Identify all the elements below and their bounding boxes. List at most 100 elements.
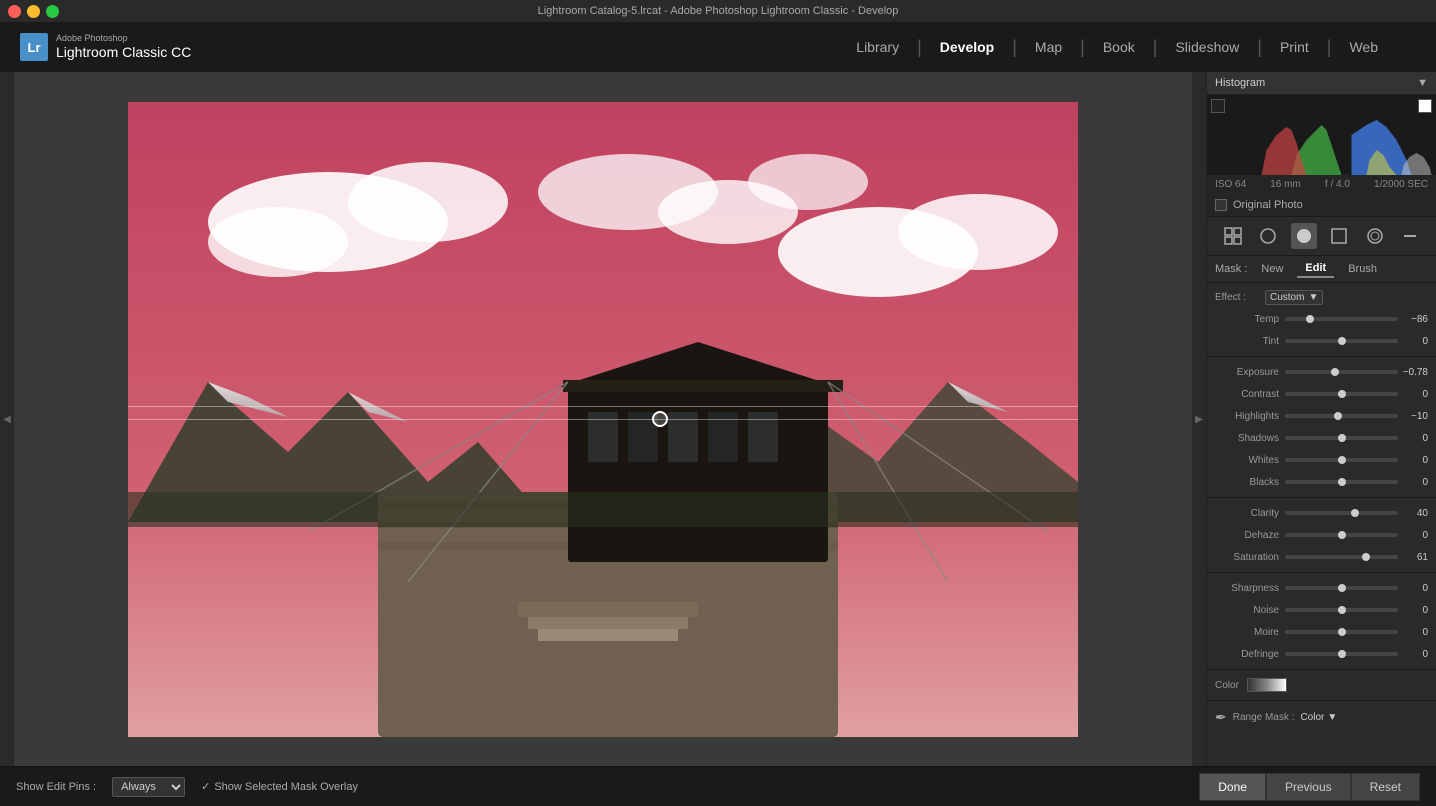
slider-track-temp[interactable] xyxy=(1285,317,1398,321)
menubar: Lr Adobe Photoshop Lightroom Classic CC … xyxy=(0,22,1436,72)
window-title: Lightroom Catalog-5.lrcat - Adobe Photos… xyxy=(538,5,899,17)
slider-track-clarity[interactable] xyxy=(1285,511,1398,515)
nav-develop[interactable]: Develop xyxy=(922,22,1012,72)
slider-value-clarity: 40 xyxy=(1398,508,1428,519)
slider-thumb-exposure[interactable] xyxy=(1331,368,1339,376)
right-panel-toggle[interactable]: ▶ xyxy=(1192,72,1206,766)
main-photo[interactable] xyxy=(128,102,1078,737)
nav-web[interactable]: Web xyxy=(1331,22,1396,72)
exif-iso: ISO 64 xyxy=(1215,179,1246,190)
show-overlay-check[interactable]: ✓ xyxy=(201,780,210,793)
slider-divider-7 xyxy=(1207,497,1436,498)
slider-track-dehaze[interactable] xyxy=(1285,533,1398,537)
show-overlay-label[interactable]: ✓ Show Selected Mask Overlay xyxy=(201,780,358,793)
slider-thumb-tint[interactable] xyxy=(1338,337,1346,345)
histogram-highlight-btn[interactable] xyxy=(1418,99,1432,113)
photo-area xyxy=(14,72,1192,766)
mask-edit-btn[interactable]: Edit xyxy=(1297,260,1334,278)
mask-brush-btn[interactable]: Brush xyxy=(1340,261,1385,277)
slider-thumb-whites[interactable] xyxy=(1338,456,1346,464)
slider-thumb-moire[interactable] xyxy=(1338,628,1346,636)
mask-pin[interactable] xyxy=(652,411,668,427)
mask-edit-row: Mask : New Edit Brush xyxy=(1207,256,1436,283)
square-tool[interactable] xyxy=(1326,223,1352,249)
previous-button[interactable]: Previous xyxy=(1266,773,1351,801)
slider-thumb-temp[interactable] xyxy=(1306,315,1314,323)
reset-button[interactable]: Reset xyxy=(1351,773,1420,801)
slider-label-dehaze: Dehaze xyxy=(1215,530,1285,541)
slider-row-whites: Whites0 xyxy=(1207,449,1436,471)
mask-new-btn[interactable]: New xyxy=(1253,261,1291,277)
slider-track-noise[interactable] xyxy=(1285,608,1398,612)
slider-thumb-contrast[interactable] xyxy=(1338,390,1346,398)
guide-line-2 xyxy=(128,419,1078,420)
divider-2 xyxy=(1207,700,1436,701)
slider-track-exposure[interactable] xyxy=(1285,370,1398,374)
slider-value-highlights: −10 xyxy=(1398,411,1428,422)
color-swatch[interactable] xyxy=(1247,678,1287,692)
slider-track-moire[interactable] xyxy=(1285,630,1398,634)
close-button[interactable] xyxy=(8,5,21,18)
guide-line-1 xyxy=(128,406,1078,407)
histogram-collapse-btn[interactable]: ▼ xyxy=(1417,77,1428,89)
slider-thumb-dehaze[interactable] xyxy=(1338,531,1346,539)
nav-menu: Library | Develop | Map | Book | Slidesh… xyxy=(838,22,1396,72)
edit-pins-select[interactable]: Always Selected Never xyxy=(112,777,185,797)
slider-track-blacks[interactable] xyxy=(1285,480,1398,484)
slider-row-blacks: Blacks0 xyxy=(1207,471,1436,493)
minus-tool[interactable] xyxy=(1397,223,1423,249)
slider-thumb-sharpness[interactable] xyxy=(1338,584,1346,592)
slider-track-saturation[interactable] xyxy=(1285,555,1398,559)
slider-row-shadows: Shadows0 xyxy=(1207,427,1436,449)
lr-icon: Lr xyxy=(20,33,48,61)
circle-tool[interactable] xyxy=(1255,223,1281,249)
grid-tool[interactable] xyxy=(1220,223,1246,249)
nav-library[interactable]: Library xyxy=(838,22,917,72)
slider-thumb-shadows[interactable] xyxy=(1338,434,1346,442)
slider-thumb-saturation[interactable] xyxy=(1362,553,1370,561)
slider-row-tint: Tint0 xyxy=(1207,330,1436,352)
original-photo-row: Original Photo xyxy=(1207,194,1436,217)
minimize-button[interactable] xyxy=(27,5,40,18)
left-panel-toggle[interactable]: ◀ xyxy=(0,72,14,766)
effect-dropdown[interactable]: Custom ▼ xyxy=(1265,290,1323,305)
slider-value-saturation: 61 xyxy=(1398,552,1428,563)
exif-aperture: f / 4.0 xyxy=(1325,179,1350,190)
ring-tool[interactable] xyxy=(1362,223,1388,249)
slider-thumb-noise[interactable] xyxy=(1338,606,1346,614)
slider-value-defringe: 0 xyxy=(1398,649,1428,660)
slider-thumb-defringe[interactable] xyxy=(1338,650,1346,658)
slider-track-shadows[interactable] xyxy=(1285,436,1398,440)
slider-track-defringe[interactable] xyxy=(1285,652,1398,656)
eyedropper-icon[interactable]: ✒ xyxy=(1215,709,1227,726)
slider-rows: Temp−86Tint0Exposure−0.78Contrast0Highli… xyxy=(1207,308,1436,665)
adjustments-panel: Effect : Custom ▼ Temp−86Tint0Exposure−0… xyxy=(1207,283,1436,766)
slider-track-tint[interactable] xyxy=(1285,339,1398,343)
slider-thumb-clarity[interactable] xyxy=(1351,509,1359,517)
nav-slideshow[interactable]: Slideshow xyxy=(1157,22,1257,72)
slider-track-highlights[interactable] xyxy=(1285,414,1398,418)
original-photo-checkbox[interactable] xyxy=(1215,199,1227,211)
slider-thumb-blacks[interactable] xyxy=(1338,478,1346,486)
nav-print[interactable]: Print xyxy=(1262,22,1327,72)
exif-focal: 16 mm xyxy=(1270,179,1301,190)
nav-map[interactable]: Map xyxy=(1017,22,1080,72)
slider-track-contrast[interactable] xyxy=(1285,392,1398,396)
slider-track-whites[interactable] xyxy=(1285,458,1398,462)
nav-book[interactable]: Book xyxy=(1085,22,1153,72)
done-button[interactable]: Done xyxy=(1199,773,1266,801)
slider-track-sharpness[interactable] xyxy=(1285,586,1398,590)
histogram-area xyxy=(1207,95,1436,175)
slider-label-moire: Moire xyxy=(1215,627,1285,638)
slider-label-temp: Temp xyxy=(1215,314,1285,325)
edit-pins-label: Show Edit Pins : xyxy=(16,781,96,793)
slider-thumb-highlights[interactable] xyxy=(1334,412,1342,420)
range-mask-label: Range Mask : xyxy=(1233,712,1295,723)
tool-row xyxy=(1207,217,1436,256)
slider-value-whites: 0 xyxy=(1398,455,1428,466)
range-mask-value[interactable]: Color ▼ xyxy=(1300,712,1337,723)
original-photo-label: Original Photo xyxy=(1233,199,1303,211)
histogram-shadow-btn[interactable] xyxy=(1211,99,1225,113)
filled-circle-tool[interactable] xyxy=(1291,223,1317,249)
maximize-button[interactable] xyxy=(46,5,59,18)
